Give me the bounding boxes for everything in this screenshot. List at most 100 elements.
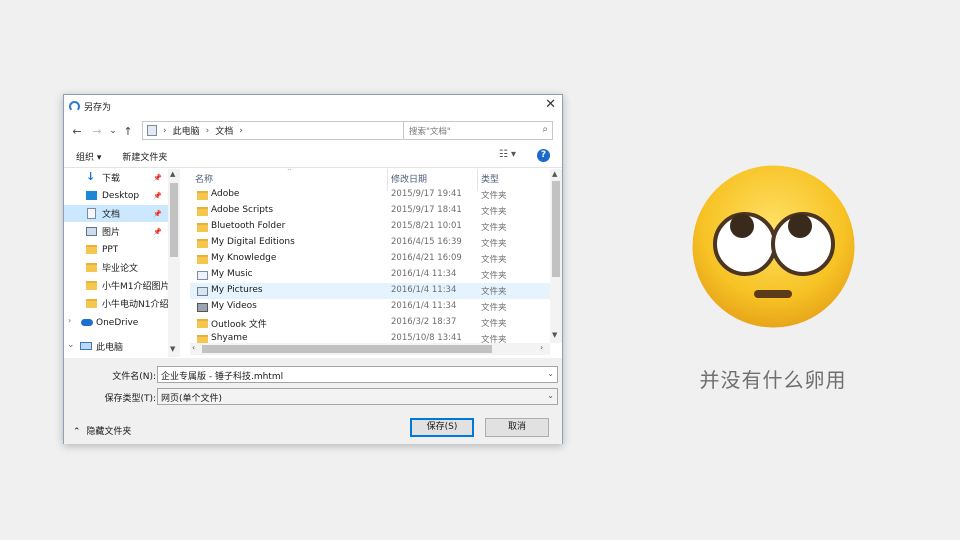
sidebar-item-n1-intro[interactable]: 小牛电动N1介绍 <box>64 295 168 312</box>
file-name: My Digital Editions <box>211 237 295 247</box>
search-box[interactable]: 搜索"文档" ⌕ <box>403 121 553 140</box>
file-list: 名称 ⌃ 修改日期 类型 Adobe 2015/9/17 19:41 文件夹 A… <box>190 169 562 355</box>
sidebar-item-ppt[interactable]: PPT <box>64 241 168 258</box>
file-row[interactable]: Adobe Scripts 2015/9/17 18:41 文件夹 <box>190 203 550 219</box>
file-row[interactable]: My Videos 2016/1/4 11:34 文件夹 <box>190 299 550 315</box>
pictures-icon <box>86 227 97 236</box>
chevron-down-icon[interactable]: ⌄ <box>547 369 554 378</box>
scrollbar-thumb[interactable] <box>552 181 560 277</box>
this-pc-icon <box>147 125 157 136</box>
file-list-scrollbar[interactable]: ▲ ▼ <box>550 169 562 343</box>
sidebar-item-label: 小牛M1介绍图片 <box>102 282 168 292</box>
search-input[interactable]: 搜索"文档" <box>409 125 451 137</box>
sidebar-item-label: 下载 <box>102 174 121 184</box>
scroll-left-icon[interactable]: ‹ <box>192 343 195 352</box>
file-row[interactable]: Bluetooth Folder 2015/8/21 10:01 文件夹 <box>190 219 550 235</box>
sidebar-item-label: 此电脑 <box>96 343 124 353</box>
file-date: 2015/9/17 18:41 <box>391 205 462 215</box>
right-eye-icon <box>771 212 835 276</box>
sidebar-item-desktop[interactable]: Desktop 📌 <box>64 187 168 204</box>
scrollbar-thumb[interactable] <box>170 183 178 257</box>
folder-icon <box>197 239 208 248</box>
new-folder-button[interactable]: 新建文件夹 <box>122 150 167 163</box>
folder-icon <box>86 299 97 308</box>
sidebar-item-documents[interactable]: 文档 📌 <box>64 205 168 222</box>
address-bar[interactable]: › 此电脑 › 文档 › ⌄ ↻ <box>142 121 440 140</box>
organize-menu[interactable]: 组织 ▾ <box>76 150 101 163</box>
sidebar-item-thesis[interactable]: 毕业论文 <box>64 259 168 276</box>
file-type: 文件夹 <box>481 319 507 329</box>
chevron-down-icon[interactable]: ⌄ <box>67 340 76 352</box>
file-name: My Music <box>211 269 253 279</box>
column-header-name[interactable]: 名称 <box>195 172 213 185</box>
sidebar-item-downloads[interactable]: ↓ 下载 📌 <box>64 169 168 186</box>
file-row[interactable]: My Digital Editions 2016/4/15 16:39 文件夹 <box>190 235 550 251</box>
sort-ascending-icon: ⌃ <box>286 169 293 176</box>
filetype-value: 网页(单个文件) <box>161 394 223 404</box>
file-type: 文件夹 <box>481 271 507 281</box>
column-header-type[interactable]: 类型 <box>481 172 499 185</box>
file-name: Shyame <box>211 333 248 343</box>
file-date: 2016/1/4 11:34 <box>391 301 457 311</box>
left-eye-icon <box>713 212 777 276</box>
file-row[interactable]: My Pictures 2016/1/4 11:34 文件夹 <box>190 283 550 299</box>
cancel-button[interactable]: 取消 <box>485 418 549 437</box>
file-row[interactable]: My Knowledge 2016/4/21 16:09 文件夹 <box>190 251 550 267</box>
computer-icon <box>80 342 92 350</box>
file-type: 文件夹 <box>481 255 507 265</box>
filetype-label: 保存类型(T): <box>104 394 156 404</box>
file-date: 2015/10/8 13:41 <box>391 333 462 343</box>
sidebar-item-label: 毕业论文 <box>102 264 139 274</box>
back-arrow-icon[interactable]: ← <box>70 125 84 138</box>
scroll-down-icon[interactable]: ▼ <box>552 331 557 339</box>
filename-field[interactable]: 企业专属版 - 锤子科技.mhtml ⌄ <box>157 366 558 383</box>
column-header-modified[interactable]: 修改日期 <box>391 172 427 185</box>
forward-arrow-icon[interactable]: → <box>90 125 104 138</box>
file-name: Adobe Scripts <box>211 205 274 215</box>
save-as-dialog: 另存为 ✕ ← → ⌄ ↑ › 此电脑 › 文档 › ⌄ ↻ 搜索"文档" ⌕ … <box>63 94 563 444</box>
sidebar-item-onedrive[interactable]: › OneDrive <box>64 314 168 331</box>
folder-icon <box>86 245 97 254</box>
up-arrow-icon[interactable]: ↑ <box>121 125 135 138</box>
filetype-select[interactable]: 网页(单个文件) ⌄ <box>157 388 558 405</box>
title-bar: 另存为 ✕ <box>64 95 562 117</box>
navigation-scrollbar[interactable]: ▲ ▼ <box>168 169 180 357</box>
cloud-icon <box>81 319 93 326</box>
navigation-pane: ↓ 下载 📌 Desktop 📌 文档 📌 图片 📌 PPT 毕业论文 小牛M1… <box>64 169 180 357</box>
scroll-up-icon[interactable]: ▲ <box>552 170 557 178</box>
breadcrumb-separator-icon: › <box>163 125 167 136</box>
recent-locations-icon[interactable]: ⌄ <box>106 126 120 136</box>
breadcrumb-documents[interactable]: 文档 <box>215 124 233 137</box>
breadcrumb-this-pc[interactable]: 此电脑 <box>173 124 200 137</box>
pin-icon: 📌 <box>153 173 162 182</box>
search-icon[interactable]: ⌕ <box>542 124 548 135</box>
caption-text: 并没有什么卵用 <box>699 368 847 392</box>
horizontal-scrollbar[interactable]: ‹ › <box>190 343 550 355</box>
folder-icon <box>197 319 208 328</box>
filename-value[interactable]: 企业专属版 - 锤子科技.mhtml <box>161 372 283 382</box>
sidebar-item-label: 图片 <box>102 228 121 238</box>
view-options-icon[interactable]: ☷ ▾ <box>499 149 516 160</box>
scrollbar-thumb[interactable] <box>202 345 492 353</box>
file-type: 文件夹 <box>481 303 507 313</box>
sidebar-item-pictures[interactable]: 图片 📌 <box>64 223 168 240</box>
file-type: 文件夹 <box>481 287 507 297</box>
sidebar-item-m1-images[interactable]: 小牛M1介绍图片 <box>64 277 168 294</box>
chevron-down-icon[interactable]: ⌄ <box>547 391 554 400</box>
scroll-down-icon[interactable]: ▼ <box>170 345 175 353</box>
close-icon[interactable]: ✕ <box>545 98 556 112</box>
help-icon[interactable]: ? <box>537 149 550 162</box>
scroll-up-icon[interactable]: ▲ <box>170 170 175 178</box>
save-button[interactable]: 保存(S) <box>410 418 474 437</box>
hide-folders-toggle[interactable]: ⌃ 隐藏文件夹 <box>73 424 131 437</box>
file-name: My Knowledge <box>211 253 277 263</box>
file-row[interactable]: Adobe 2015/9/17 19:41 文件夹 <box>190 187 550 203</box>
folder-icon <box>197 207 208 216</box>
folder-icon <box>197 191 208 200</box>
chevron-right-icon[interactable]: › <box>68 316 76 328</box>
file-row[interactable]: Outlook 文件 2016/3/2 18:37 文件夹 <box>190 315 550 331</box>
scroll-right-icon[interactable]: › <box>540 343 543 352</box>
file-row[interactable]: My Music 2016/1/4 11:34 文件夹 <box>190 267 550 283</box>
file-name: My Videos <box>211 301 257 311</box>
sidebar-item-this-pc[interactable]: ⌄ 此电脑 <box>64 338 168 355</box>
